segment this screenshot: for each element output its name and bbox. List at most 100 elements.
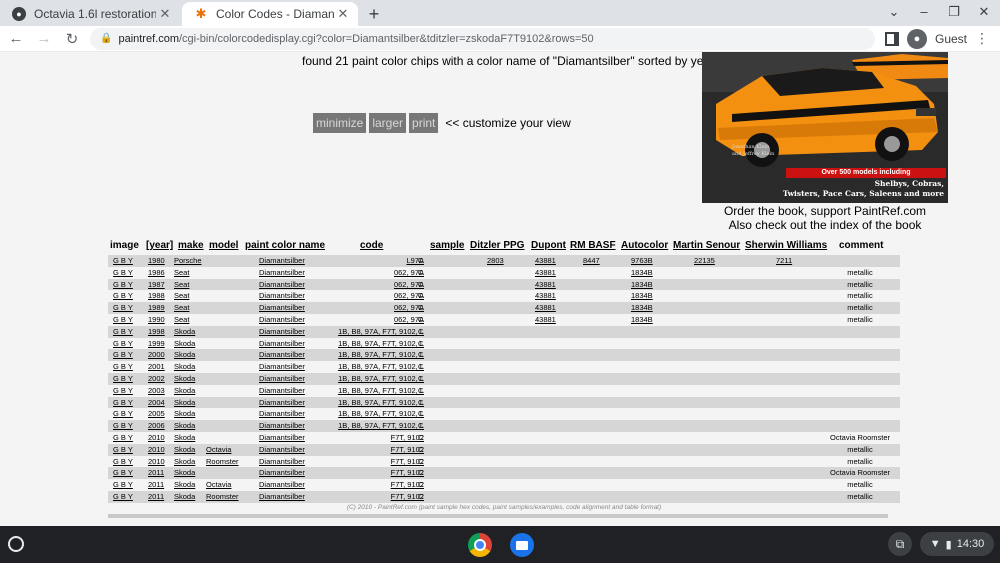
restore-window-icon[interactable]: ❐ [946,4,962,20]
chrome-app-icon[interactable] [468,533,492,557]
cell-img[interactable]: G B Y [113,303,133,312]
cell-year[interactable]: 2011 [148,480,164,489]
cell-img[interactable]: G B Y [113,480,133,489]
cell-c[interactable]: C [418,291,423,300]
order-book-link[interactable]: Order the book, support PaintRef.com [710,204,940,218]
col-martin-senour[interactable]: Martin Senour [673,240,740,251]
cell-year[interactable]: 1987 [148,280,165,289]
reload-icon[interactable]: ↻ [58,28,86,50]
cell-paint[interactable]: Diamantsilber [259,362,305,371]
cell-make[interactable]: Seat [174,303,189,312]
cell-paint[interactable]: Diamantsilber [259,480,305,489]
cell-autocolor[interactable]: 1834B [631,315,653,324]
cell-paint[interactable]: Diamantsilber [259,445,305,454]
book-index-link[interactable]: Also check out the index of the book [710,218,940,232]
cell-rmbasf[interactable]: 8447 [583,256,600,265]
cell-img[interactable]: G B Y [113,398,133,407]
cell-paint[interactable]: Diamantsilber [259,291,305,300]
cell-c[interactable]: C [418,457,423,466]
cell-autocolor[interactable]: 1834B [631,268,653,277]
side-panel-icon[interactable] [885,31,899,46]
cell-model[interactable]: Octavia [206,480,231,489]
cell-paint[interactable]: Diamantsilber [259,468,305,477]
cell-paint[interactable]: Diamantsilber [259,339,305,348]
cell-code[interactable]: 1B, B8, 97A, F7T, 9102, L [338,386,424,395]
cell-img[interactable]: G B Y [113,315,133,324]
tab-color-codes[interactable]: ✱ Color Codes - Diamantsilber Pai ✕ [182,2,358,26]
cell-sherwin[interactable]: 7211 [776,256,792,265]
cell-code[interactable]: 1B, B8, 97A, F7T, 9102, L [338,362,424,371]
cell-make[interactable]: Skoda [174,492,195,501]
cell-c[interactable]: C [418,339,423,348]
cell-year[interactable]: 2001 [148,362,165,371]
cell-paint[interactable]: Diamantsilber [259,280,305,289]
cell-img[interactable]: G B Y [113,386,133,395]
cell-c[interactable]: C [418,421,423,430]
cell-year[interactable]: 2011 [148,492,164,501]
cell-c[interactable]: C [418,433,423,442]
tab-octavia-restoration[interactable]: ● Octavia 1.6l restoration - Skoda ✕ [0,2,180,26]
cell-autocolor[interactable]: 1834B [631,291,653,300]
col-code[interactable]: code [360,240,383,251]
cell-year[interactable]: 2000 [148,350,165,359]
cell-make[interactable]: Porsche [174,256,202,265]
status-tray[interactable]: ▼ ▮ 14:30 [920,532,994,556]
cell-paint[interactable]: Diamantsilber [259,457,305,466]
cell-code[interactable]: 1B, B8, 97A, F7T, 9102, L [338,374,424,383]
cell-img[interactable]: G B Y [113,433,133,442]
cell-img[interactable]: G B Y [113,468,133,477]
col-sherwin-williams[interactable]: Sherwin Williams [745,240,827,251]
cell-c[interactable]: C [418,268,423,277]
cell-year[interactable]: 1989 [148,303,165,312]
cell-code[interactable]: 1B, B8, 97A, F7T, 9102, L [338,421,424,430]
cell-year[interactable]: 1999 [148,339,165,348]
cell-make[interactable]: Skoda [174,445,195,454]
larger-button[interactable]: larger [369,113,407,133]
cell-c[interactable]: C [418,445,423,454]
cell-year[interactable]: 1986 [148,268,165,277]
files-app-icon[interactable] [510,533,534,557]
col-autocolor[interactable]: Autocolor [621,240,668,251]
cell-year[interactable]: 2011 [148,468,164,477]
cell-c[interactable]: C [418,315,423,324]
minimize-button[interactable]: minimize [313,113,367,133]
cell-img[interactable]: G B Y [113,409,133,418]
col-sample[interactable]: sample [430,240,464,251]
cell-dupont[interactable]: 43881 [535,291,556,300]
cell-dupont[interactable]: 43881 [535,303,556,312]
cell-paint[interactable]: Diamantsilber [259,386,305,395]
cell-code[interactable]: 1B, B8, 97A, F7T, 9102, L [338,327,424,336]
cell-img[interactable]: G B Y [113,268,133,277]
cell-make[interactable]: Skoda [174,327,195,336]
profile-label[interactable]: Guest [935,32,967,46]
cell-year[interactable]: 2002 [148,374,165,383]
cell-paint[interactable]: Diamantsilber [259,421,305,430]
close-icon[interactable]: ✕ [156,5,174,23]
book-ad-image[interactable]: Jonathan Klein and Jeffrey Klein Over 50… [702,52,948,203]
clipboard-icon[interactable]: ⧉ [888,532,912,556]
cell-img[interactable]: G B Y [113,374,133,383]
cell-make[interactable]: Skoda [174,374,195,383]
back-arrow-icon[interactable]: ← [2,28,30,50]
cell-c[interactable]: C [418,362,423,371]
cell-make[interactable]: Skoda [174,433,195,442]
cell-img[interactable]: G B Y [113,280,133,289]
cell-make[interactable]: Skoda [174,421,195,430]
col-year[interactable]: [year] [146,240,173,251]
cell-dupont[interactable]: 43881 [535,268,556,277]
cell-ditzler[interactable]: 2803 [487,256,504,265]
cell-make[interactable]: Skoda [174,398,195,407]
cell-year[interactable]: 2003 [148,386,165,395]
cell-img[interactable]: G B Y [113,256,133,265]
print-button[interactable]: print [409,113,439,133]
cell-code[interactable]: 1B, B8, 97A, F7T, 9102, L [338,339,424,348]
launcher-icon[interactable] [8,536,24,552]
cell-year[interactable]: 1988 [148,291,165,300]
cell-paint[interactable]: Diamantsilber [259,409,305,418]
cell-year[interactable]: 1990 [148,315,165,324]
cell-make[interactable]: Skoda [174,480,195,489]
cell-paint[interactable]: Diamantsilber [259,374,305,383]
cell-c[interactable]: C [418,374,423,383]
col-dupont[interactable]: Dupont [531,240,566,251]
cell-make[interactable]: Skoda [174,362,195,371]
